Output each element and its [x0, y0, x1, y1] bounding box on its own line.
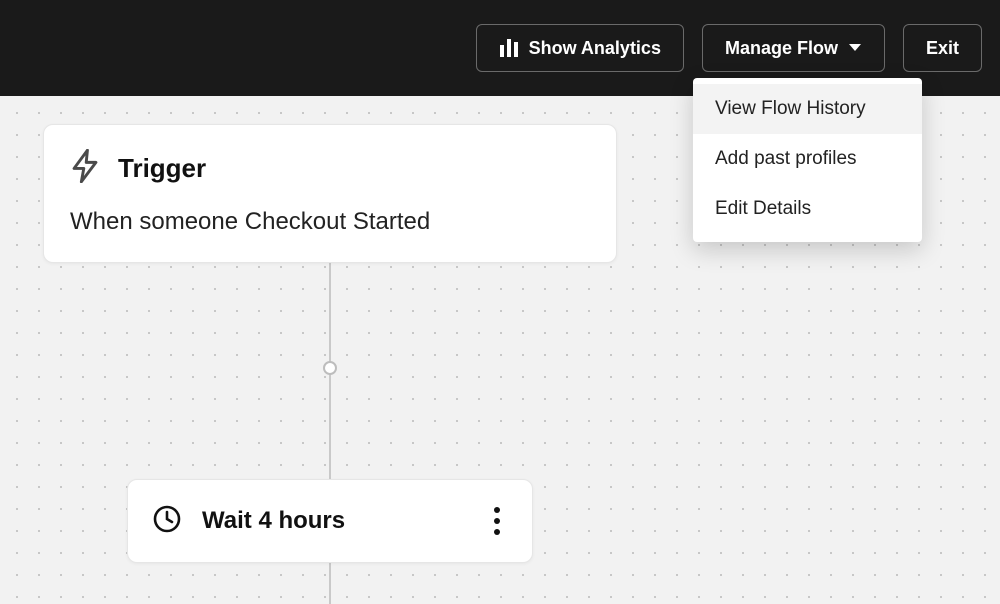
- menu-item-label: Add past profiles: [715, 148, 857, 170]
- bar-chart-icon: [499, 39, 519, 57]
- menu-item-edit-details[interactable]: Edit Details: [693, 184, 922, 234]
- menu-item-view-flow-history[interactable]: View Flow History: [693, 84, 922, 134]
- kebab-menu-icon[interactable]: [486, 499, 508, 543]
- menu-item-label: Edit Details: [715, 198, 811, 220]
- trigger-card[interactable]: Trigger When someone Checkout Started: [43, 124, 617, 263]
- exit-button[interactable]: Exit: [903, 24, 982, 72]
- exit-label: Exit: [926, 38, 959, 59]
- menu-item-label: View Flow History: [715, 98, 866, 120]
- show-analytics-label: Show Analytics: [529, 38, 661, 59]
- trigger-header: Trigger: [70, 149, 590, 188]
- manage-flow-dropdown: View Flow History Add past profiles Edit…: [693, 78, 922, 242]
- show-analytics-button[interactable]: Show Analytics: [476, 24, 684, 72]
- clock-icon: [152, 504, 182, 539]
- caret-down-icon: [848, 43, 862, 53]
- wait-card[interactable]: Wait 4 hours: [127, 479, 533, 563]
- wait-label: Wait 4 hours: [202, 507, 466, 535]
- menu-item-add-past-profiles[interactable]: Add past profiles: [693, 134, 922, 184]
- trigger-description: When someone Checkout Started: [70, 208, 590, 236]
- trigger-title: Trigger: [118, 153, 206, 184]
- connector-node[interactable]: [323, 361, 337, 375]
- manage-flow-button[interactable]: Manage Flow: [702, 24, 885, 72]
- manage-flow-label: Manage Flow: [725, 38, 838, 59]
- lightning-icon: [70, 149, 100, 188]
